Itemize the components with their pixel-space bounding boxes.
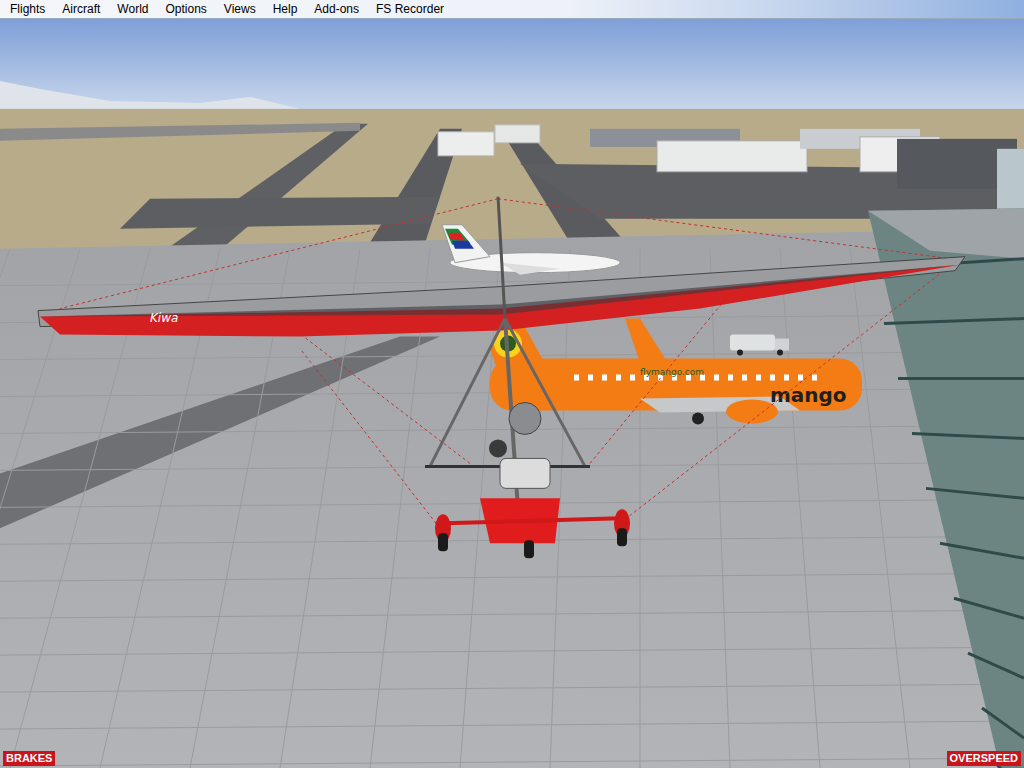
scene-view: flymango.com mango Kiwa BRAKES OVERSPEED [0,19,1024,768]
menu-item[interactable]: Flights [10,0,45,18]
saa-airliner [442,225,620,275]
rigging-wires [60,199,950,529]
sky [0,19,1024,111]
menu-bar: Flights Aircraft World Options Views Help Add-… [0,0,1024,19]
ground [0,109,1024,768]
airport-scene: flymango.com mango Kiwa [0,19,1024,768]
menu-item[interactable]: World [117,0,148,18]
menu-item[interactable]: FS Recorder [376,0,444,18]
menu-item[interactable]: Views [224,0,256,18]
menu-item[interactable]: Help [273,0,298,18]
trike [425,197,630,559]
fuselage-url: flymango.com [640,367,704,377]
fuel-truck [730,335,789,356]
menu-item[interactable]: Aircraft [62,0,100,18]
apron-grid [0,249,1024,768]
status-row: BRAKES OVERSPEED [3,751,1021,766]
wing-text: Kiwa [150,311,178,325]
hangars [438,125,1024,209]
mango-airliner: flymango.com mango [490,319,862,425]
fuselage-logo: mango [770,384,847,408]
terminal-building [868,209,1024,768]
flight-simulator-window: Flights Aircraft World Options Views Help Add-… [0,0,1024,768]
taxiway [120,197,440,229]
status-indicator: OVERSPEED [947,751,1021,766]
menu-item[interactable]: Add-ons [314,0,359,18]
runway [0,123,360,141]
apron [0,229,1024,768]
mountain [0,81,300,111]
menu-item[interactable]: Options [165,0,206,18]
status-indicator: BRAKES [3,751,55,766]
